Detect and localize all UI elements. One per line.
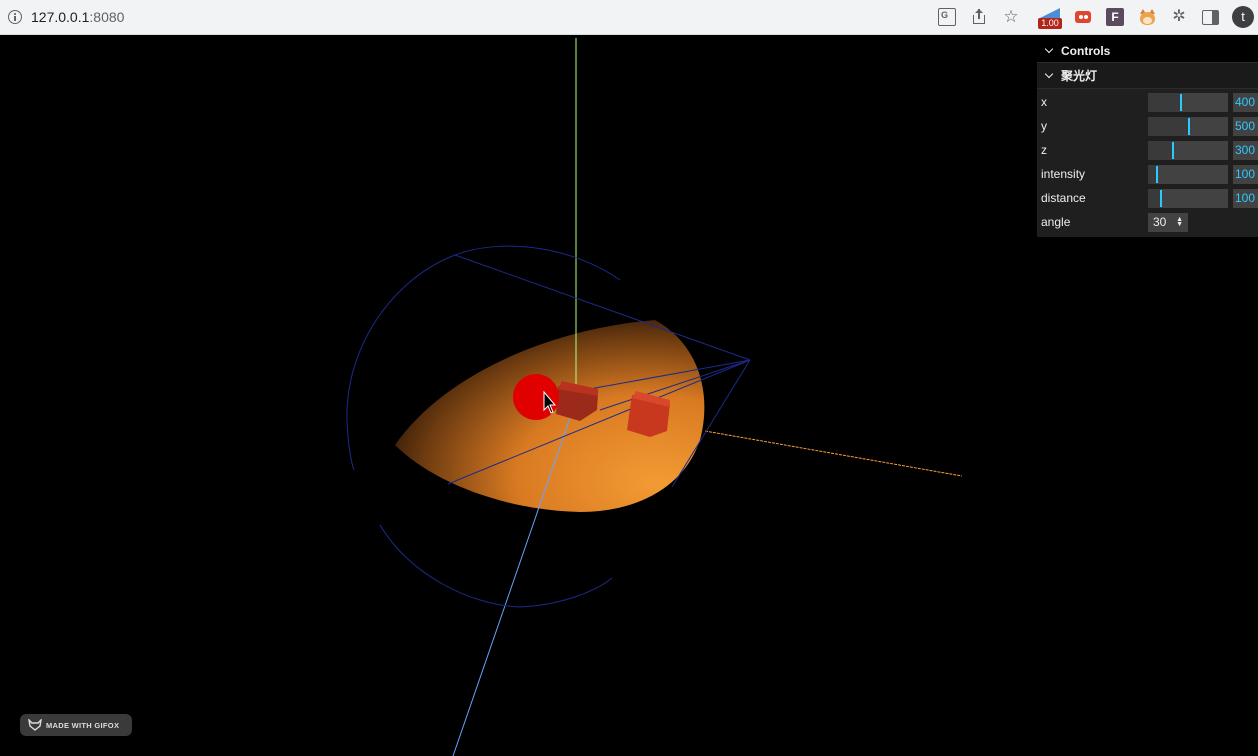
- profile-avatar[interactable]: t: [1232, 6, 1254, 28]
- side-panel-icon[interactable]: [1202, 10, 1219, 25]
- slider-handle[interactable]: [1160, 190, 1162, 207]
- slider-row-intensity: intensity 100: [1037, 163, 1258, 185]
- slider-distance[interactable]: [1148, 189, 1228, 208]
- slider-label: z: [1041, 143, 1047, 157]
- slider-y[interactable]: [1148, 117, 1228, 136]
- slider-handle[interactable]: [1172, 142, 1174, 159]
- share-icon[interactable]: [970, 8, 988, 26]
- slider-row-z: z 300: [1037, 139, 1258, 161]
- slider-label: y: [1041, 119, 1047, 133]
- slider-handle[interactable]: [1180, 94, 1182, 111]
- angle-label: angle: [1041, 215, 1071, 229]
- angle-row: angle 30 ▲ ▼: [1037, 211, 1258, 233]
- url-port: :8080: [89, 9, 125, 25]
- controls-title-label: Controls: [1061, 43, 1111, 58]
- slider-intensity[interactable]: [1148, 165, 1228, 184]
- spotlight-folder[interactable]: 聚光灯: [1037, 63, 1258, 89]
- slider-label: x: [1041, 95, 1047, 109]
- info-icon[interactable]: [8, 10, 22, 24]
- speedometer-extension-icon[interactable]: 1.00: [1038, 6, 1062, 30]
- puzzle-extensions-icon[interactable]: ✲: [1170, 8, 1188, 26]
- slider-z[interactable]: [1148, 141, 1228, 160]
- angle-value: 30: [1153, 215, 1167, 229]
- slider-row-x: x 400: [1037, 91, 1258, 113]
- gifox-watermark: MADE WITH GIFOX: [20, 714, 132, 736]
- slider-value-distance[interactable]: 100: [1233, 189, 1258, 208]
- slider-handle[interactable]: [1156, 166, 1158, 183]
- slider-value-z[interactable]: 300: [1233, 141, 1258, 160]
- spotlight-folder-label: 聚光灯: [1061, 69, 1098, 83]
- cursor-click-highlight: [513, 374, 559, 420]
- slider-value-y[interactable]: 500: [1233, 117, 1258, 136]
- translate-icon[interactable]: G: [938, 8, 956, 26]
- slider-row-distance: distance 100: [1037, 187, 1258, 209]
- slider-value-intensity[interactable]: 100: [1233, 165, 1258, 184]
- chevron-down-icon: [1044, 69, 1054, 79]
- f-extension-icon[interactable]: F: [1106, 8, 1124, 26]
- controls-title[interactable]: Controls: [1037, 39, 1258, 63]
- browser-toolbar: 127.0.0.1:8080 G ☆ 1.00 F ✲ t: [0, 0, 1258, 35]
- slider-label: distance: [1041, 191, 1086, 205]
- controls-panel: Controls 聚光灯 x 400 y 500 z 300 intensity…: [1037, 39, 1258, 237]
- angle-number-input[interactable]: 30 ▲ ▼: [1148, 213, 1188, 232]
- red-extension-icon[interactable]: [1074, 8, 1092, 26]
- fox-logo-icon: [28, 719, 42, 731]
- star-icon[interactable]: ☆: [1002, 8, 1020, 26]
- stepper-arrows-icon[interactable]: ▲ ▼: [1176, 216, 1183, 228]
- gifox-label: MADE WITH GIFOX: [46, 720, 120, 730]
- chevron-down-icon: [1044, 44, 1054, 54]
- slider-handle[interactable]: [1188, 118, 1190, 135]
- slider-label: intensity: [1041, 167, 1086, 181]
- address-bar[interactable]: 127.0.0.1:8080: [31, 9, 124, 25]
- x-axis-line: [704, 430, 963, 477]
- slider-x[interactable]: [1148, 93, 1228, 112]
- url-host: 127.0.0.1: [31, 9, 90, 25]
- slider-value-x[interactable]: 400: [1233, 93, 1258, 112]
- shiba-extension-icon[interactable]: [1138, 8, 1156, 26]
- extension-badge: 1.00: [1038, 18, 1062, 29]
- slider-row-y: y 500: [1037, 115, 1258, 137]
